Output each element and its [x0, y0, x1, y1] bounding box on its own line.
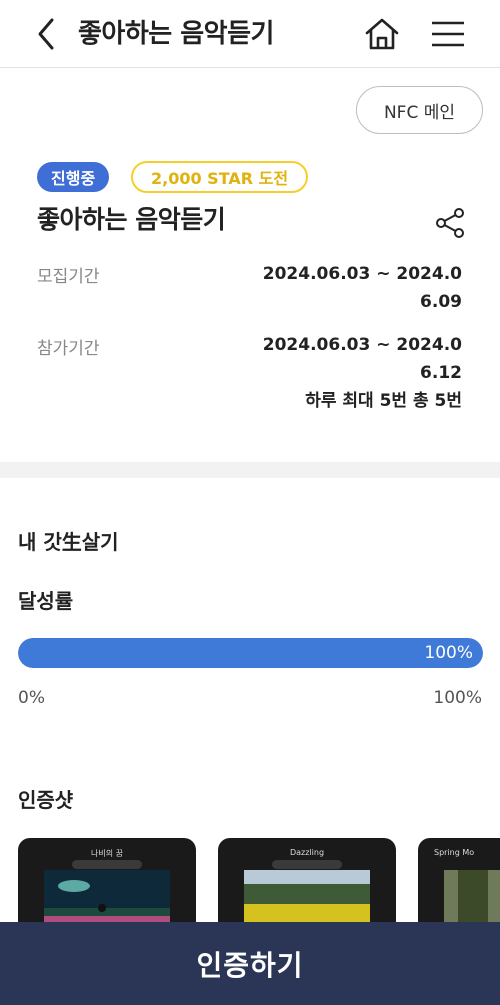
proof-shot-card[interactable]: Dazzling: [218, 838, 396, 928]
achievement-progress-bar: 100%: [18, 638, 483, 668]
shot-caption: Dazzling: [289, 848, 325, 857]
participate-period-label: 참가기간: [37, 339, 100, 359]
proof-shots-carousel[interactable]: 나비의 꿈 Dazzling Spring Mo: [18, 838, 500, 928]
recruit-period-value: 2024.06.03 ~ 2024.06.09: [262, 264, 462, 312]
back-button[interactable]: [30, 14, 64, 54]
shot-subtitle-bar: [272, 860, 342, 869]
verify-button[interactable]: 인증하기: [0, 922, 500, 1005]
recruit-period-label: 모집기간: [37, 267, 100, 287]
shot-thumbnail: [44, 870, 170, 928]
progress-max-label: 100%: [433, 688, 482, 708]
app-header: 좋아하는 음악듣기: [0, 0, 500, 68]
challenge-badge: 2,000 STAR 도전: [131, 161, 309, 193]
home-button[interactable]: [362, 14, 402, 54]
proof-shot-card[interactable]: 나비의 꿈: [18, 838, 196, 928]
status-badge: 진행중: [37, 162, 110, 192]
proof-shot-card[interactable]: Spring Mo: [418, 838, 500, 928]
nfc-main-button[interactable]: NFC 메인: [356, 86, 483, 134]
progress-fill: [18, 638, 483, 668]
page-title: 좋아하는 음악듣기: [78, 19, 274, 49]
achievement-label: 달성률: [18, 589, 74, 613]
proof-shots-title: 인증샷: [18, 788, 74, 812]
home-icon: [365, 18, 399, 50]
shot-caption: 나비의 꿈: [91, 849, 123, 858]
participate-period-value: 2024.06.03 ~ 2024.06.12: [262, 335, 462, 383]
section-divider: [0, 462, 500, 478]
progress-min-label: 0%: [18, 688, 45, 708]
my-section-title: 내 갓生살기: [18, 530, 119, 554]
daily-limit-text: 하루 최대 5번 총 5번: [305, 391, 462, 411]
shot-caption: Spring Mo: [434, 848, 475, 857]
shot-subtitle-bar: [72, 860, 142, 869]
event-title: 좋아하는 음악듣기: [37, 205, 226, 234]
menu-button[interactable]: [428, 14, 468, 54]
share-icon: [436, 208, 464, 238]
shot-thumbnail: [244, 870, 370, 928]
chevron-left-icon: [38, 18, 54, 50]
progress-value-text: 100%: [424, 643, 473, 663]
shot-thumbnail: [444, 870, 500, 928]
share-button[interactable]: [434, 207, 466, 239]
hamburger-menu-icon: [432, 21, 464, 47]
